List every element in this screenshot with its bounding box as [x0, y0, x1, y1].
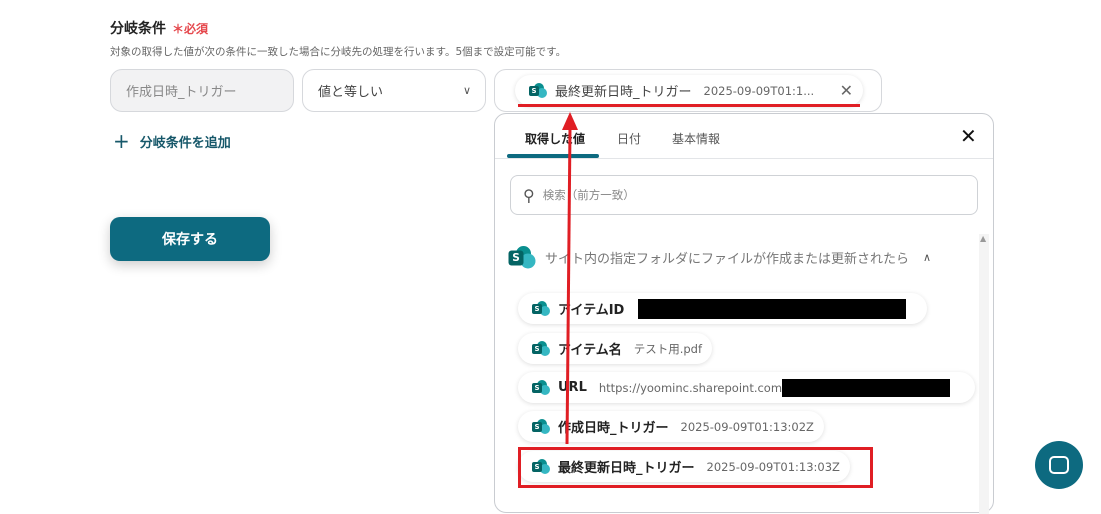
- arrow-shaft: [565, 127, 572, 445]
- chat-icon: [1049, 456, 1069, 474]
- annotation-arrow: [562, 112, 578, 445]
- arrow-head: [562, 112, 578, 130]
- chat-button[interactable]: [1035, 441, 1083, 489]
